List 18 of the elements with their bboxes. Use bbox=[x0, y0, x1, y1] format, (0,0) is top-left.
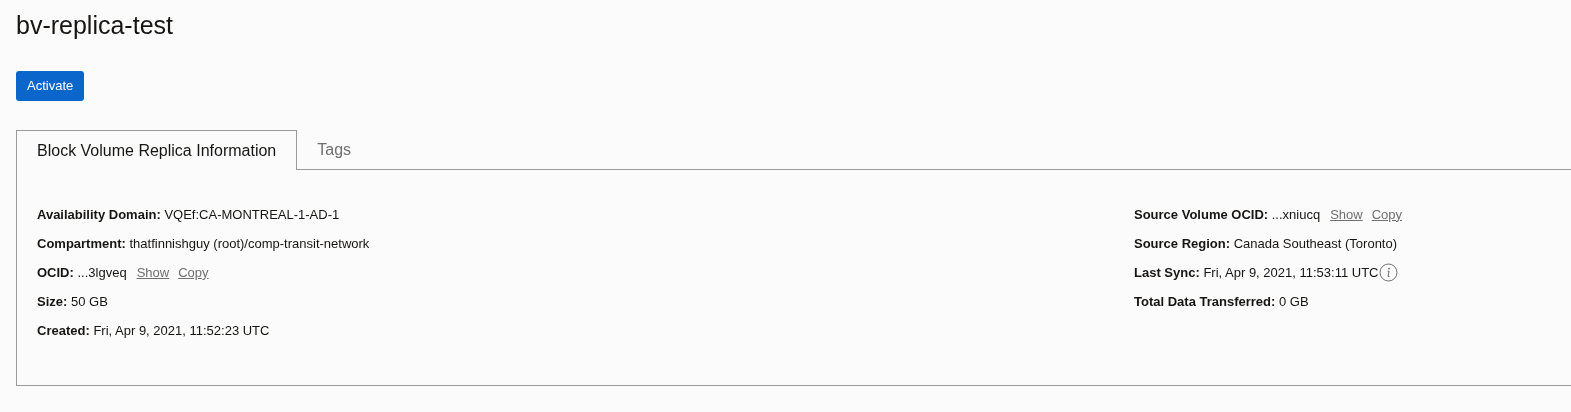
info-icon[interactable] bbox=[1379, 263, 1399, 282]
detail-text: Availability Domain: VQEf:CA-MONTREAL-1-AD-1 bbox=[37, 205, 340, 224]
detail-link[interactable]: Show bbox=[136, 262, 170, 283]
detail-text: Size: 50 GB bbox=[37, 292, 108, 311]
detail-text: Last Sync: Fri, Apr 9, 2021, 11:53:11 UTC bbox=[1134, 263, 1379, 282]
detail-text: Created: Fri, Apr 9, 2021, 11:52:23 UTC bbox=[37, 321, 270, 340]
tab[interactable]: Tags bbox=[297, 130, 372, 170]
page-title: bv-replica-test bbox=[16, 10, 173, 41]
activate-button[interactable]: Activate bbox=[16, 71, 85, 101]
detail-text: OCID: ...3lgveq bbox=[37, 263, 127, 282]
detail-text: Total Data Transferred: 0 GB bbox=[1134, 292, 1309, 311]
detail-text: Source Volume OCID: ...xniucq bbox=[1134, 205, 1321, 224]
detail-link[interactable]: Show bbox=[1330, 204, 1363, 225]
tab[interactable]: Block Volume Replica Information bbox=[16, 130, 298, 170]
detail-link[interactable]: Copy bbox=[178, 262, 209, 283]
detail-text: Compartment: thatfinnishguy (root)/comp-transit-network bbox=[37, 234, 370, 253]
detail-text: Source Region: Canada Southeast (Toronto) bbox=[1134, 234, 1398, 253]
detail-link[interactable]: Copy bbox=[1371, 204, 1403, 225]
